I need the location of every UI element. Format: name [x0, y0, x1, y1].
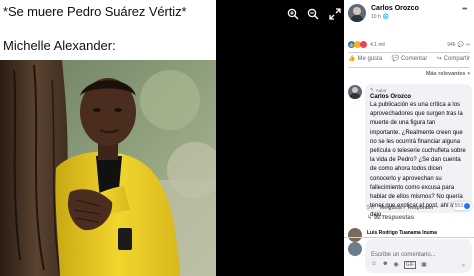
- sticker-icon[interactable]: ▣: [421, 261, 427, 269]
- share-count-icon: ↪: [465, 42, 470, 48]
- comment-reactions-count: 553: [454, 203, 463, 209]
- zoom-in-icon: [287, 8, 299, 20]
- comment-reactions[interactable]: 553: [452, 202, 472, 210]
- share-button[interactable]: ↪ Compartir: [436, 55, 470, 63]
- comment-sort-label: Más relevantes: [426, 71, 466, 77]
- meme-caption-bottom: Michelle Alexander:: [3, 38, 116, 53]
- author-badge: Autor: [375, 87, 387, 93]
- expand-icon: [329, 8, 341, 20]
- photo-viewer-background: [216, 0, 344, 276]
- next-comment-author[interactable]: Luis Rodrigo Tuanama Inuma: [367, 230, 437, 236]
- comment-button[interactable]: 💬 Comentar: [391, 55, 428, 63]
- like-reaction-icon: [464, 203, 470, 209]
- gif-icon[interactable]: GIF: [403, 261, 417, 269]
- post-author-avatar[interactable]: [348, 4, 366, 22]
- comment-reply-link[interactable]: Responder: [408, 205, 434, 211]
- post-author-name[interactable]: Carlos Orozco: [371, 5, 419, 12]
- post-comments-count[interactable]: 946: [447, 42, 455, 48]
- expand-button[interactable]: [328, 7, 342, 21]
- comment-author-name[interactable]: Carlos Orozco: [370, 94, 467, 100]
- like-button-label: Me gusta: [357, 55, 383, 62]
- author-badge-icon: ✎: [370, 87, 374, 92]
- comment-bubble: ✎ Autor Carlos Orozco La publicación es …: [365, 84, 472, 218]
- comment-count-icon: 💬: [457, 42, 464, 48]
- send-icon[interactable]: ➤: [461, 262, 466, 269]
- view-replies-label: 92 respuestas: [374, 214, 415, 221]
- comment-input-placeholder: Escribe un comentario...: [371, 252, 436, 258]
- more-options-icon[interactable]: •••: [462, 6, 467, 13]
- meme-photo: [0, 60, 216, 276]
- composer-avatar: [348, 242, 362, 256]
- comment-icon: 💬: [391, 56, 399, 62]
- share-icon: ↪: [436, 56, 442, 62]
- zoom-in-button[interactable]: [286, 7, 300, 21]
- like-icon: 👍: [348, 56, 356, 62]
- emoji-icon[interactable]: ☻: [382, 261, 388, 269]
- meme-image: *Se muere Pedro Suárez Vértiz* Michelle …: [0, 0, 216, 276]
- zoom-out-button[interactable]: [306, 7, 320, 21]
- post-side-panel: Carlos Orozco 10 h 🌐 ••• 👍 4,1 mil 946 💬…: [344, 0, 474, 276]
- zoom-out-icon: [307, 8, 319, 20]
- share-button-label: Compartir: [443, 55, 470, 62]
- reply-arrow-icon: ↳: [367, 215, 373, 221]
- meme-caption-top: *Se muere Pedro Suárez Vértiz*: [3, 4, 187, 19]
- camera-icon[interactable]: ◉: [393, 261, 398, 269]
- comment-time[interactable]: 9 h: [367, 205, 374, 211]
- avatar-sticker-icon[interactable]: ☺: [371, 261, 377, 269]
- globe-icon: 🌐: [382, 14, 389, 20]
- comment-like-link[interactable]: Me gusta: [380, 205, 402, 211]
- post-reactions-count[interactable]: 4,1 mil: [370, 42, 385, 48]
- like-button[interactable]: 👍 Me gusta: [348, 55, 383, 63]
- comment-avatar[interactable]: [348, 85, 362, 99]
- comment-sort-dropdown[interactable]: Más relevantes ▾: [426, 71, 470, 77]
- comment-text: La publicación es una crítica a los apro…: [370, 102, 466, 219]
- love-reaction-icon: [360, 41, 367, 48]
- chevron-down-icon: ▾: [467, 71, 470, 77]
- comment-input[interactable]: Escribe un comentario... ☺ ☻ ◉ GIF ▣ ➤: [365, 239, 472, 273]
- next-comment-avatar[interactable]: [348, 228, 362, 242]
- post-time[interactable]: 10 h: [371, 14, 381, 20]
- view-replies-link[interactable]: ↳ 92 respuestas: [367, 214, 415, 222]
- comment-button-label: Comentar: [400, 55, 428, 62]
